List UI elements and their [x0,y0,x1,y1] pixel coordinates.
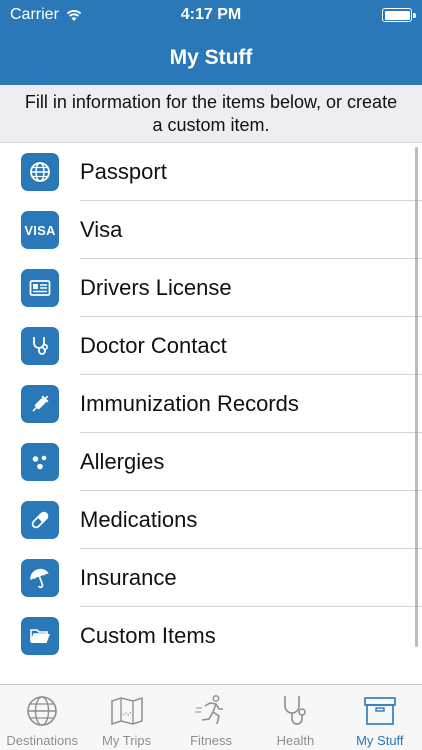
list-item-label: Insurance [80,565,177,590]
visa-icon: VISA [21,211,59,249]
list-item-custom-items[interactable]: Custom Items [0,607,422,665]
list-item-doctor-contact[interactable]: Doctor Contact [0,317,422,375]
list-item-visa[interactable]: VISA Visa [0,201,422,259]
tab-label: Health [276,733,315,748]
stethoscope-icon [284,696,307,725]
stethoscope-icon [21,327,59,365]
status-time: 4:17 PM [180,6,242,23]
archive-box-icon [364,697,396,725]
folder-icon [21,617,59,655]
tab-label: My Stuff [356,733,404,748]
list-item-medications[interactable]: Medications [0,491,422,549]
list-item-label: Doctor Contact [80,333,227,358]
id-card-icon [21,269,59,307]
pollen-icon [21,443,59,481]
list-item-label: Immunization Records [80,391,299,416]
list-item-label: Drivers License [80,275,232,300]
battery-icon [382,8,416,22]
status-bar: Carrier 4:17 PM [0,0,422,30]
tab-label: Fitness [190,733,232,748]
tab-my-trips[interactable]: My Trips [84,685,168,750]
list-item-drivers-license[interactable]: Drivers License [0,259,422,317]
items-list: Passport VISA Visa Drivers License Docto… [0,143,422,665]
list-item-label: Visa [80,217,123,242]
tab-health[interactable]: Health [253,685,337,750]
syringe-icon [21,385,59,423]
globe-icon [27,696,58,726]
list-item-passport[interactable]: Passport [0,143,422,201]
list-item-label: Passport [80,159,167,184]
list-item-allergies[interactable]: Allergies [0,433,422,491]
instructions-banner: Fill in information for the items below,… [0,85,422,143]
list-item-label: Allergies [80,449,165,474]
tab-fitness[interactable]: Fitness [169,685,253,750]
runner-icon [195,695,224,725]
tab-label: My Trips [102,733,152,748]
list-item-insurance[interactable]: Insurance [0,549,422,607]
pill-icon [21,501,59,539]
tab-label: Destinations [6,733,78,748]
visa-icon-text: VISA [24,222,56,238]
tab-destinations[interactable]: Destinations [0,685,84,750]
list-item-label: Medications [80,507,198,532]
umbrella-icon [21,559,59,597]
list-item-immunization-records[interactable]: Immunization Records [0,375,422,433]
scroll-indicator[interactable] [415,147,418,647]
page-title: My Stuff [169,45,253,69]
tab-bar: Destinations My Trips Fitness Health My … [0,684,422,750]
map-icon [110,696,143,726]
globe-icon [21,153,59,191]
tab-my-stuff[interactable]: My Stuff [338,685,422,750]
navigation-bar: My Stuff [0,30,422,85]
list-item-label: Custom Items [80,623,216,648]
